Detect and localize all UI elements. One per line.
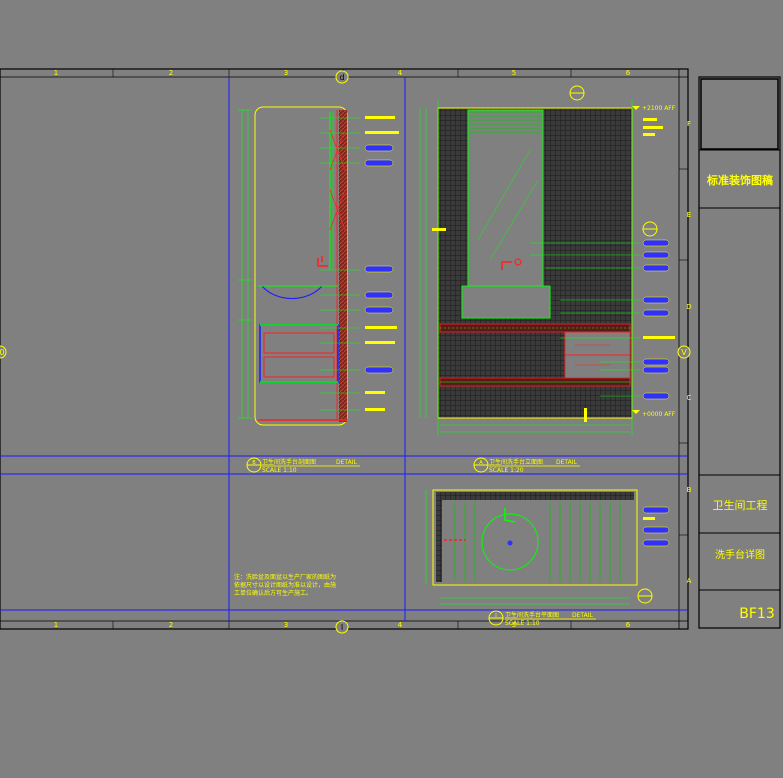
grid-col-label: 2 (169, 69, 173, 77)
grid-col-label: 6 (626, 621, 631, 629)
grid-col-label: 1 (54, 621, 58, 629)
view-marker: B (252, 460, 256, 466)
plan-view (425, 489, 670, 605)
grid-col-label: 4 (398, 69, 403, 77)
grid-col-label: 3 (284, 621, 288, 629)
sheet-number: BF13 (739, 606, 774, 622)
elevation-view: +2100 AFF +0000 AFF (419, 85, 676, 436)
title-block: 标准装饰图稿 卫生间工程 洗手台详图 BF13 (698, 76, 781, 629)
view-marker: A (479, 460, 483, 466)
grid-row-label: A (687, 577, 692, 585)
svg-text:V: V (681, 348, 687, 357)
view-suffix: DETAIL (556, 459, 577, 466)
drawing-name: 洗手台详图 (715, 548, 765, 561)
level-top: +2100 AFF (642, 105, 676, 112)
grid-row-label: C (687, 394, 692, 402)
view-title-plan: I 卫生间洗手台平面图 DETAIL SCALE 1:10 (488, 610, 596, 627)
grid-col-label: 5 (512, 69, 516, 77)
view-suffix: DETAIL (336, 459, 357, 466)
level-bottom: +0000 AFF (642, 411, 676, 418)
svg-text:d: d (339, 73, 344, 82)
view-title: 卫生间洗手台剖面图 (262, 458, 316, 466)
view-scale: SCALE 1:10 (262, 467, 297, 474)
company-name: 标准装饰图稿 (706, 173, 773, 187)
view-scale: SCALE 1:10 (505, 620, 540, 627)
svg-text:I: I (341, 623, 343, 632)
grid-col-label: 2 (169, 621, 173, 629)
grid-col-label: 3 (284, 69, 288, 77)
note-line: 依据尺寸以设计图纸为准以设计，由施 (234, 581, 336, 589)
grid-row-label: E (687, 211, 691, 219)
note-line: 注：洗脸盆及面盆以生产厂家的图纸为 (234, 573, 336, 581)
view-title-section: B 卫生间洗手台剖面图 DETAIL SCALE 1:10 (246, 457, 360, 474)
grid-row-label: B (687, 486, 692, 494)
grid-col-label: 1 (54, 69, 58, 77)
grid-col-label: 6 (626, 69, 631, 77)
grid-row-label: D (686, 303, 691, 311)
view-marker: I (495, 613, 496, 619)
view-scale: SCALE 1:20 (489, 467, 524, 474)
note-line: 工单位确认后方可生产施工。 (234, 589, 312, 597)
grid-col-label: 4 (398, 621, 403, 629)
view-title-elevation: A 卫生间洗手台立面图 DETAIL SCALE 1:20 (473, 457, 580, 474)
grid-row-label: F (687, 120, 691, 128)
drawing-note: 注：洗脸盆及面盆以生产厂家的图纸为 依据尺寸以设计图纸为准以设计，由施 工单位确… (234, 573, 336, 597)
project-name: 卫生间工程 (713, 498, 768, 512)
cad-drawing-sheet: 1 2 3 4 5 6 1 2 3 4 5 6 F E D C B A d I … (0, 68, 781, 634)
svg-text:0: 0 (0, 348, 5, 357)
view-title: 卫生间洗手台立面图 (489, 458, 543, 466)
section-view (238, 106, 399, 426)
view-suffix: DETAIL (572, 612, 593, 619)
view-title: 卫生间洗手台平面图 (505, 611, 559, 619)
